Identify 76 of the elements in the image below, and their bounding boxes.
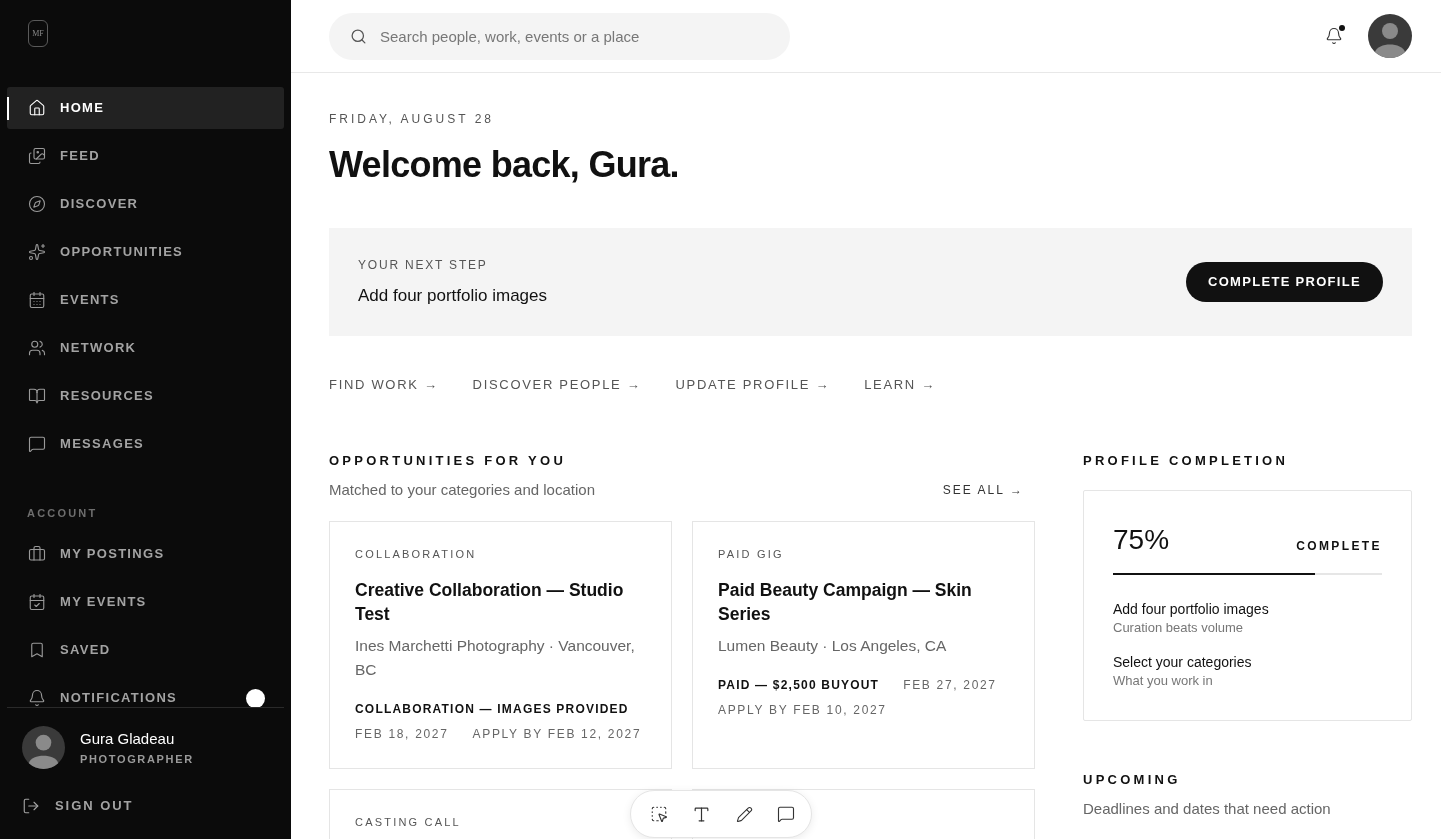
sidebar-nav-item[interactable]: MY EVENTS xyxy=(7,581,284,623)
comment-icon[interactable] xyxy=(777,805,796,823)
pencil-icon[interactable] xyxy=(735,805,753,823)
images-icon xyxy=(28,147,46,165)
user-role: PHOTOGRAPHER xyxy=(80,752,194,766)
search-icon xyxy=(350,27,367,45)
sidebar-nav-item[interactable]: FEED xyxy=(7,135,284,177)
task-hint: Curation beats volume xyxy=(1113,619,1245,637)
card-subtitle: Lumen Beauty · Los Angeles, CA xyxy=(718,636,948,656)
task-title: Select your categories xyxy=(1113,653,1253,672)
quick-link[interactable]: LEARN → xyxy=(864,377,936,393)
sidebar-nav-item[interactable]: MESSAGES xyxy=(7,423,284,465)
home-icon xyxy=(28,99,46,117)
search-field[interactable]: Search people, work, events or a place xyxy=(329,12,790,60)
task-title: Add four portfolio images xyxy=(1113,600,1270,619)
sparkles-icon xyxy=(28,243,46,261)
card-title: Creative Collaboration — Studio Test xyxy=(355,579,625,626)
section-heading: OPPORTUNITIES FOR YOU xyxy=(329,453,568,469)
completion-percent: 75% xyxy=(1113,523,1170,557)
card-date: FEB 27, 2027 xyxy=(903,677,997,693)
card-date: FEB 18, 2027 xyxy=(355,726,449,742)
completion-label: COMPLETE xyxy=(1296,538,1382,554)
section-heading: UPCOMING xyxy=(1083,772,1182,788)
opportunity-card[interactable]: PAID GIG Paid Beauty Campaign — Skin Series Lumen Beauty · Los Angeles, CA PAID — $2,500 BUYOUT FEB 27, 2027 APPLY BY FEB 10, 2027 xyxy=(692,521,1035,769)
opportunity-card[interactable]: COLLABORATION Creative Collaboration — Studio Test Ines Marchetti Photography · Vancouver, BC COLLABORATION — IMAGES PROVIDED FEB 18, 2027 APPLY BY FEB 12, 2027 xyxy=(329,521,672,769)
sidebar-nav-item[interactable]: NOTIFICATIONS xyxy=(7,677,284,707)
user-name: Gura Gladeau xyxy=(80,729,176,749)
sidebar-nav-item[interactable]: RESOURCES xyxy=(7,375,284,417)
sidebar-nav-item[interactable]: EVENTS xyxy=(7,279,284,321)
sidebar-nav-item[interactable]: OPPORTUNITIES xyxy=(7,231,284,273)
dashed-pointer-icon[interactable] xyxy=(649,805,668,823)
section-subtitle: Matched to your categories and location xyxy=(329,480,595,500)
card-subtitle: Ines Marchetti Photography · Vancouver, BC xyxy=(355,636,636,680)
section-subtitle: Deadlines and dates that need action xyxy=(1083,799,1332,819)
welcome-heading: Welcome back, Gura. xyxy=(329,143,680,187)
quick-link[interactable]: DISCOVER PEOPLE → xyxy=(472,377,642,393)
section-heading: PROFILE COMPLETION xyxy=(1083,453,1290,469)
avatar-icon xyxy=(22,726,65,769)
sidebar-nav-item[interactable]: MY POSTINGS xyxy=(7,533,284,575)
sidebar-nav-item[interactable]: NETWORK xyxy=(7,327,284,369)
sidebar-nav-item[interactable]: DISCOVER xyxy=(7,183,284,225)
card-date: APPLY BY FEB 10, 2027 xyxy=(718,702,887,718)
notifications-button[interactable] xyxy=(1324,26,1344,46)
bell-icon xyxy=(1325,27,1343,45)
next-step-label: YOUR NEXT STEP xyxy=(358,256,489,273)
card-category: COLLABORATION xyxy=(355,547,478,562)
see-all-link[interactable]: SEE ALL → xyxy=(942,482,1024,498)
opportunity-card[interactable]: CASTING CALL xyxy=(329,789,672,839)
card-title: Paid Beauty Campaign — Skin Series xyxy=(718,579,973,626)
bell-icon xyxy=(28,689,46,707)
card-terms: PAID — $2,500 BUYOUT xyxy=(718,677,880,693)
sidebar-nav-item[interactable]: HOME xyxy=(7,87,284,129)
date-label: FRIDAY, AUGUST 28 xyxy=(329,111,496,127)
card-date: APPLY BY FEB 12, 2027 xyxy=(472,726,642,742)
calendar-check-icon xyxy=(28,593,46,611)
sidebar-nav-item[interactable]: SAVED xyxy=(7,629,284,671)
quick-link[interactable]: FIND WORK → xyxy=(329,377,439,393)
task-hint: What you work in xyxy=(1113,672,1214,690)
calendar-icon xyxy=(28,291,46,309)
card-terms: COLLABORATION — IMAGES PROVIDED xyxy=(355,701,629,717)
next-step-text: Add four portfolio images xyxy=(358,284,547,307)
sign-out-icon xyxy=(22,797,40,815)
quick-link[interactable]: UPDATE PROFILE → xyxy=(675,377,831,393)
card-category: CASTING CALL xyxy=(355,815,462,830)
card-category: PAID GIG xyxy=(718,547,785,562)
briefcase-icon xyxy=(28,545,46,563)
complete-profile-button[interactable]: COMPLETE PROFILE xyxy=(1186,262,1383,302)
compass-icon xyxy=(28,195,46,213)
logo[interactable]: MF xyxy=(28,20,48,47)
avatar-icon xyxy=(1368,14,1412,58)
bookmark-icon xyxy=(28,641,46,659)
book-icon xyxy=(28,387,46,405)
section-heading: ACCOUNT xyxy=(27,506,99,521)
message-icon xyxy=(28,435,46,453)
users-icon xyxy=(28,339,46,357)
sign-out-link[interactable]: SIGN OUT xyxy=(22,796,284,816)
